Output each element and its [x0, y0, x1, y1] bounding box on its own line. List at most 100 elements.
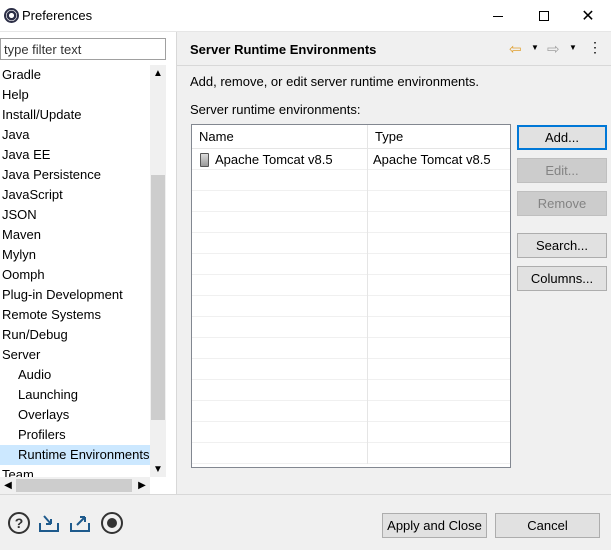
table-row: [192, 401, 510, 422]
import-icon[interactable]: [38, 512, 60, 534]
minimize-button[interactable]: [475, 0, 521, 32]
sidebar-horizontal-scrollbar[interactable]: ◀ ▶: [0, 477, 150, 494]
empty-cell: [192, 170, 368, 191]
table-row: [192, 380, 510, 401]
maximize-button[interactable]: [521, 0, 567, 32]
empty-cell: [192, 401, 368, 422]
remove-button[interactable]: Remove: [517, 191, 607, 216]
sidebar-item-maven[interactable]: Maven: [0, 225, 150, 245]
sidebar-item-install-update[interactable]: Install/Update: [0, 105, 150, 125]
empty-cell: [368, 422, 510, 443]
empty-cell: [192, 254, 368, 275]
close-button[interactable]: ✕: [565, 0, 611, 32]
empty-cell: [368, 338, 510, 359]
chevron-down-icon[interactable]: ▼: [569, 43, 577, 52]
preference-page: Server Runtime Environments ⇦ ▼ ⇨ ▼ ⋮ Ad…: [176, 32, 611, 494]
runtime-environments-table[interactable]: Name Type Apache Tomcat v8.5 Apache Tomc…: [191, 124, 511, 468]
minimize-icon: [493, 15, 503, 17]
empty-cell: [368, 233, 510, 254]
filter-input[interactable]: [0, 38, 166, 60]
sidebar-item-mylyn[interactable]: Mylyn: [0, 245, 150, 265]
page-description: Add, remove, or edit server runtime envi…: [190, 74, 480, 89]
search-button[interactable]: Search...: [517, 233, 607, 258]
sidebar-item-json[interactable]: JSON: [0, 205, 150, 225]
table-row: [192, 233, 510, 254]
empty-cell: [192, 443, 368, 464]
empty-cell: [192, 338, 368, 359]
page-title: Server Runtime Environments: [190, 42, 377, 57]
arrow-right-icon[interactable]: ⇨: [547, 40, 560, 58]
sidebar-item-remote-systems[interactable]: Remote Systems: [0, 305, 150, 325]
sidebar-item-javascript[interactable]: JavaScript: [0, 185, 150, 205]
row-name-cell: Apache Tomcat v8.5: [192, 149, 368, 170]
sidebar-vertical-scrollbar[interactable]: ▲ ▼: [150, 65, 166, 477]
empty-cell: [192, 212, 368, 233]
view-menu-icon[interactable]: ⋮: [588, 39, 602, 56]
table-row: [192, 443, 510, 464]
table-row: [192, 254, 510, 275]
preference-tree: Gradle Help Install/Update Java Java EE …: [0, 65, 150, 477]
chevron-down-icon[interactable]: ▼: [531, 43, 539, 52]
server-icon: [200, 152, 209, 167]
scrollbar-thumb[interactable]: [16, 479, 132, 492]
runtime-list-label: Server runtime environments:: [190, 102, 361, 117]
record-icon[interactable]: [101, 512, 123, 534]
scroll-down-icon[interactable]: ▼: [150, 461, 166, 477]
sidebar-item-profilers[interactable]: Profilers: [0, 425, 150, 445]
sidebar-item-gradle[interactable]: Gradle: [0, 65, 150, 85]
sidebar-item-java-ee[interactable]: Java EE: [0, 145, 150, 165]
cancel-button[interactable]: Cancel: [495, 513, 600, 538]
column-header-type[interactable]: Type: [368, 125, 510, 149]
sidebar-item-java[interactable]: Java: [0, 125, 150, 145]
empty-cell: [192, 233, 368, 254]
export-icon[interactable]: [69, 512, 91, 534]
sidebar-item-help[interactable]: Help: [0, 85, 150, 105]
empty-cell: [368, 380, 510, 401]
empty-cell: [192, 380, 368, 401]
eclipse-app-icon: [4, 8, 19, 23]
apply-and-close-button[interactable]: Apply and Close: [382, 513, 487, 538]
column-header-name[interactable]: Name: [192, 125, 368, 149]
sidebar-item-server[interactable]: Server: [0, 345, 150, 365]
preferences-sidebar: Gradle Help Install/Update Java Java EE …: [0, 32, 176, 494]
table-row: [192, 170, 510, 191]
export-icon-graphic: [70, 516, 90, 532]
table-row: [192, 212, 510, 233]
sidebar-item-run-debug[interactable]: Run/Debug: [0, 325, 150, 345]
table-row: [192, 275, 510, 296]
table-row: [192, 422, 510, 443]
empty-cell: [368, 254, 510, 275]
empty-cell: [368, 359, 510, 380]
scroll-right-icon[interactable]: ▶: [134, 477, 150, 494]
empty-cell: [192, 359, 368, 380]
add-button[interactable]: Add...: [517, 125, 607, 150]
sidebar-item-team[interactable]: Team: [0, 465, 150, 477]
columns-button[interactable]: Columns...: [517, 266, 607, 291]
table-row[interactable]: Apache Tomcat v8.5 Apache Tomcat v8.5: [192, 149, 510, 170]
sidebar-item-oomph[interactable]: Oomph: [0, 265, 150, 285]
sidebar-item-launching[interactable]: Launching: [0, 385, 150, 405]
empty-cell: [192, 422, 368, 443]
empty-cell: [368, 296, 510, 317]
runtime-type: Apache Tomcat v8.5: [373, 152, 491, 167]
empty-cell: [192, 191, 368, 212]
help-icon[interactable]: ?: [8, 512, 30, 534]
arrow-left-icon[interactable]: ⇦: [509, 40, 522, 58]
sidebar-item-audio[interactable]: Audio: [0, 365, 150, 385]
scroll-up-icon[interactable]: ▲: [150, 65, 166, 81]
empty-cell: [192, 296, 368, 317]
title-bar: Preferences ✕: [0, 0, 611, 32]
sidebar-item-java-persistence[interactable]: Java Persistence: [0, 165, 150, 185]
sidebar-item-overlays[interactable]: Overlays: [0, 405, 150, 425]
dialog-footer: ? Apply and Close Cancel: [0, 495, 611, 550]
table-header: Name Type: [192, 125, 510, 149]
table-row: [192, 191, 510, 212]
scroll-left-icon[interactable]: ◀: [0, 477, 16, 494]
table-row: [192, 317, 510, 338]
empty-cell: [368, 317, 510, 338]
sidebar-item-runtime-environments[interactable]: Runtime Environments: [0, 445, 150, 465]
empty-cell: [368, 170, 510, 191]
edit-button[interactable]: Edit...: [517, 158, 607, 183]
scrollbar-thumb[interactable]: [151, 175, 165, 420]
sidebar-item-plug-in-development[interactable]: Plug-in Development: [0, 285, 150, 305]
